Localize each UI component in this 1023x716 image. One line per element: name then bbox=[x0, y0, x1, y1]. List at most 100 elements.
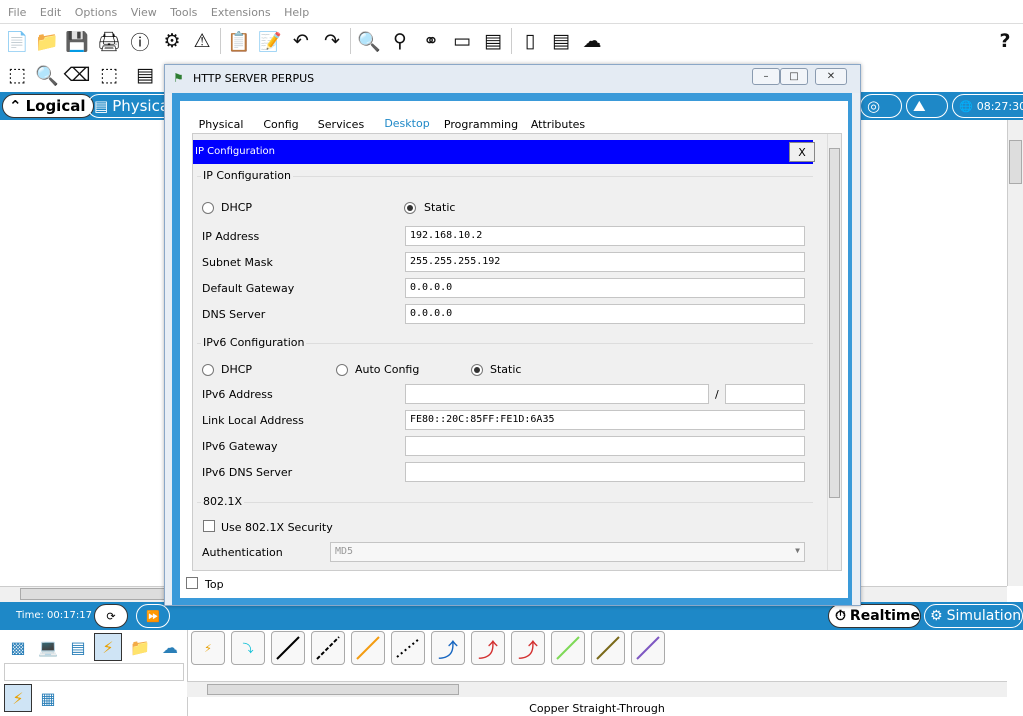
resize-icon[interactable]: ⬚ bbox=[96, 62, 122, 88]
close-window-button[interactable]: ✕ bbox=[815, 68, 847, 85]
clock-badge[interactable]: 🌐 08:27:30 bbox=[952, 94, 1023, 118]
new-file-icon[interactable]: 📄 bbox=[4, 28, 30, 54]
zoom-in-icon[interactable]: 🔍 bbox=[356, 28, 382, 54]
undo-icon[interactable]: ↶ bbox=[288, 28, 314, 54]
menu-view[interactable]: View bbox=[131, 6, 157, 19]
tab-physical-device[interactable]: Physical bbox=[190, 113, 252, 135]
multiuser-icon[interactable]: ☁ bbox=[156, 633, 184, 661]
top-checkbox[interactable] bbox=[186, 577, 198, 589]
tablet-icon[interactable]: ▯ bbox=[517, 28, 543, 54]
serial-dce-cable-icon[interactable]: ⤴ bbox=[471, 631, 505, 665]
tab-desktop[interactable]: Desktop bbox=[376, 113, 438, 135]
ipv6-dhcp-radio[interactable] bbox=[202, 364, 214, 376]
use-8021x-checkbox[interactable] bbox=[203, 520, 215, 532]
connections-icon[interactable]: ⚡ bbox=[94, 633, 122, 661]
vertical-scroll-thumb[interactable] bbox=[1009, 140, 1022, 184]
ipv6-prefix-input[interactable] bbox=[725, 384, 805, 404]
zoom-out-icon[interactable]: ⚭ bbox=[418, 28, 444, 54]
automatic-cable-icon[interactable]: ⚡ bbox=[191, 631, 225, 665]
dialog-inner: Physical Config Services Desktop Program… bbox=[180, 101, 848, 598]
tab-logical[interactable]: ⌃ Logical bbox=[2, 94, 95, 118]
grid-sub-icon[interactable]: ▦ bbox=[34, 684, 62, 712]
redo-icon[interactable]: ↷ bbox=[319, 28, 345, 54]
ipv6-auto-radio[interactable] bbox=[336, 364, 348, 376]
network-devices-icon[interactable]: ▩ bbox=[4, 633, 32, 661]
maximize-button[interactable]: □ bbox=[780, 68, 808, 85]
custom-devices-icon[interactable]: ▤ bbox=[480, 28, 506, 54]
cable-scroll-thumb[interactable] bbox=[207, 684, 459, 695]
ip-address-input[interactable]: 192.168.10.2 bbox=[405, 226, 805, 246]
activity-wizard-icon[interactable]: ⚠ bbox=[189, 28, 215, 54]
select-icon[interactable]: ⬚ bbox=[4, 62, 30, 88]
dialog-titlebar[interactable]: ⚑ HTTP SERVER PERPUS – □ ✕ bbox=[165, 65, 860, 93]
phone-cable-icon[interactable] bbox=[391, 631, 425, 665]
crossover-cable-icon[interactable] bbox=[311, 631, 345, 665]
delete-icon[interactable]: ⌫ bbox=[64, 62, 91, 88]
copy-icon[interactable]: 📋 bbox=[226, 28, 252, 54]
authentication-select[interactable]: MD5 ▼ bbox=[330, 542, 805, 562]
realtime-button[interactable]: ⏱ Realtime bbox=[828, 604, 921, 628]
misc-icon[interactable]: 📁 bbox=[126, 633, 154, 661]
minimize-button[interactable]: – bbox=[752, 68, 780, 85]
menu-extensions[interactable]: Extensions bbox=[211, 6, 271, 19]
save-icon[interactable]: 💾 bbox=[64, 28, 90, 54]
subnet-mask-input[interactable]: 255.255.255.192 bbox=[405, 252, 805, 272]
menu-tools[interactable]: Tools bbox=[170, 6, 197, 19]
tab-config[interactable]: Config bbox=[256, 113, 306, 135]
ipv6-gateway-input[interactable] bbox=[405, 436, 805, 456]
ipv4-static-radio[interactable] bbox=[404, 202, 416, 214]
menu-file[interactable]: File bbox=[8, 6, 26, 19]
menu-edit[interactable]: Edit bbox=[40, 6, 61, 19]
panel-vertical-scrollbar[interactable] bbox=[827, 134, 841, 570]
fiber-cable-icon[interactable] bbox=[351, 631, 385, 665]
simulation-button[interactable]: ⚙ Simulation bbox=[924, 604, 1023, 628]
open-folder-icon[interactable]: 📁 bbox=[34, 28, 60, 54]
panel-close-button[interactable]: X bbox=[789, 142, 815, 162]
panel-scroll-thumb[interactable] bbox=[829, 148, 840, 498]
print-icon[interactable]: 🖨 bbox=[96, 28, 122, 54]
iot-cable-icon[interactable] bbox=[591, 631, 625, 665]
viewport-icon[interactable]: ◎ bbox=[860, 94, 902, 118]
ipv6-dns-input[interactable] bbox=[405, 462, 805, 482]
help-icon[interactable]: ? bbox=[992, 28, 1018, 54]
zoom-reset-icon[interactable]: ⚲ bbox=[387, 28, 413, 54]
workspace-vertical-scrollbar[interactable] bbox=[1007, 120, 1023, 586]
network-wizard-icon[interactable]: ⚙ bbox=[159, 28, 185, 54]
cloud-icon[interactable]: ☁ bbox=[579, 28, 605, 54]
menu-options[interactable]: Options bbox=[75, 6, 117, 19]
serial-dte-cable-icon[interactable]: ⤴ bbox=[511, 631, 545, 665]
menu-help[interactable]: Help bbox=[284, 6, 309, 19]
coaxial-cable-icon[interactable]: ⤴ bbox=[431, 631, 465, 665]
paste-icon[interactable]: 📝 bbox=[257, 28, 283, 54]
ipv6-static-radio[interactable] bbox=[471, 364, 483, 376]
ipv4-dhcp-radio[interactable] bbox=[202, 202, 214, 214]
dns-server-input[interactable]: 0.0.0.0 bbox=[405, 304, 805, 324]
inspect-icon[interactable]: 🔍 bbox=[34, 62, 60, 88]
cable-list-scrollbar[interactable] bbox=[187, 681, 1007, 697]
note-icon[interactable]: ▤ bbox=[132, 62, 158, 88]
edit-toolbar: ⬚ 🔍 ⌫ ⬚ ▤ bbox=[0, 58, 165, 92]
tab-services[interactable]: Services bbox=[310, 113, 372, 135]
ipv6-address-input[interactable] bbox=[405, 384, 709, 404]
ip-config-header: IP Configuration bbox=[193, 140, 813, 164]
ipv4-group-title: IP Configuration bbox=[201, 169, 293, 182]
background-image-icon[interactable]: ⛰ bbox=[906, 94, 948, 118]
console-cable-icon[interactable]: ⤵ bbox=[231, 631, 265, 665]
tab-attributes[interactable]: Attributes bbox=[524, 113, 592, 135]
link-local-input[interactable]: FE80::20C:85FF:FE1D:6A35 bbox=[405, 410, 805, 430]
default-gateway-input[interactable]: 0.0.0.0 bbox=[405, 278, 805, 298]
fast-forward-icon[interactable]: ⏩ bbox=[136, 604, 170, 628]
components-icon[interactable]: ▤ bbox=[64, 633, 92, 661]
power-cycle-icon[interactable]: ⟳ bbox=[94, 604, 128, 628]
octal-cable-icon[interactable] bbox=[551, 631, 585, 665]
end-devices-icon[interactable]: 💻 bbox=[34, 633, 62, 661]
dot1x-group-title: 802.1X bbox=[201, 495, 245, 508]
usb-cable-icon[interactable] bbox=[631, 631, 665, 665]
tab-programming[interactable]: Programming bbox=[442, 113, 520, 135]
info-icon[interactable]: ⓘ bbox=[127, 28, 153, 54]
server-icon[interactable]: ▤ bbox=[548, 28, 574, 54]
connections-sub-icon[interactable]: ⚡ bbox=[4, 684, 32, 712]
ipv4-static-label: Static bbox=[424, 201, 456, 214]
straight-through-cable-icon[interactable] bbox=[271, 631, 305, 665]
drawing-palette-icon[interactable]: ▭ bbox=[449, 28, 475, 54]
